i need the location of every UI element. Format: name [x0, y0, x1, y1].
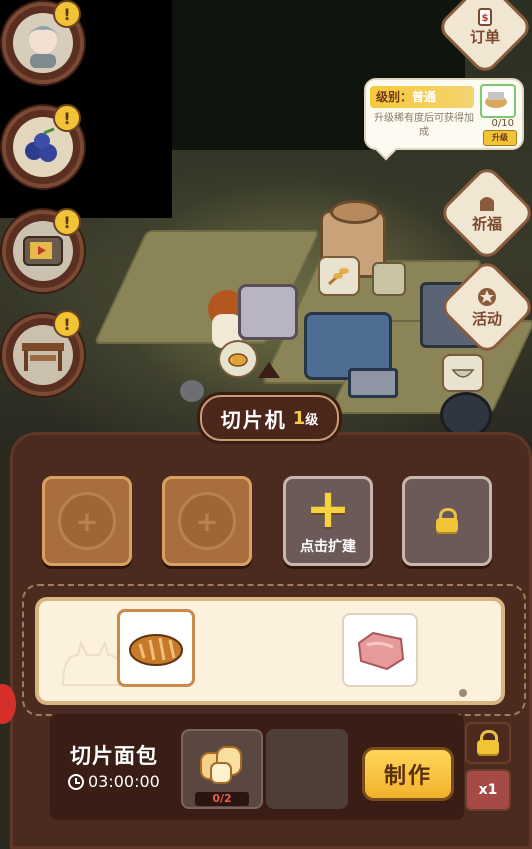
- machine-name: 切片机: [220, 407, 287, 432]
- lock-icon: [434, 508, 460, 534]
- machine-level-number: 1: [292, 407, 306, 429]
- events-label: 活动: [471, 309, 502, 328]
- add-icon: +: [305, 477, 351, 540]
- empty-slot-plus-icon: +: [58, 492, 116, 550]
- machine-level: 1级: [293, 408, 319, 429]
- rarity-description: 升级稀有度后可获得加成: [374, 113, 474, 138]
- machine-level-unit: 级: [305, 412, 319, 428]
- pointer-triangle: [258, 362, 280, 378]
- craft-button[interactable]: 制作: [362, 747, 454, 801]
- slicer-blade: [348, 368, 398, 398]
- production-slot-1[interactable]: +: [42, 476, 132, 566]
- bowl-icon[interactable]: [442, 354, 484, 392]
- bread-slices-icon: [200, 746, 242, 784]
- recipe-name: 切片面包: [70, 744, 158, 768]
- bless-label: 祈福: [471, 214, 502, 233]
- recipe-time-value: 03:00:00: [88, 772, 160, 791]
- alert-badge: !: [53, 208, 81, 236]
- recipe-time: 03:00:00: [68, 772, 160, 791]
- level-value: 普通: [412, 90, 437, 104]
- expand-label: 点击扩建: [300, 539, 356, 555]
- rarity-tooltip: 级别：普通 升级稀有度后可获得加成 0/10 升级: [364, 78, 524, 161]
- events-icon: [478, 287, 496, 306]
- grain-icon[interactable]: [318, 256, 360, 296]
- order-ticket-icon: $: [478, 7, 492, 26]
- expand-slot-button[interactable]: + 点击扩建: [283, 476, 373, 566]
- recipe-strip: [35, 597, 505, 705]
- mortar: [372, 262, 406, 296]
- empty-slot-plus-icon: +: [178, 492, 236, 550]
- scroll-dot: [459, 689, 467, 697]
- alert-badge: !: [53, 0, 81, 28]
- svg-text:$: $: [482, 13, 489, 24]
- grinder-machine[interactable]: [238, 284, 298, 340]
- recipe-item-bread[interactable]: [117, 609, 195, 687]
- alert-badge: !: [53, 104, 81, 132]
- production-slot-2[interactable]: +: [162, 476, 252, 566]
- orders-label: 订单: [469, 27, 500, 46]
- rarity-item-icon: [480, 84, 516, 118]
- alert-badge: !: [53, 310, 81, 338]
- bread-machine-icon[interactable]: [218, 340, 258, 378]
- upgrade-button[interactable]: 升级: [483, 130, 517, 146]
- machine-title: 切片机 1级: [200, 395, 339, 441]
- clock-icon: [68, 773, 84, 790]
- lock-icon: [475, 730, 501, 756]
- ham-slice-icon: [357, 631, 405, 671]
- fence-post: [180, 380, 204, 402]
- multiplier-button[interactable]: x1: [465, 769, 511, 811]
- ingredient-slot-empty[interactable]: [266, 729, 348, 809]
- lock-toggle-button[interactable]: [465, 722, 511, 764]
- bless-icon: [480, 196, 494, 211]
- recipe-item-ham[interactable]: [342, 613, 418, 687]
- bread-loaf-icon: [129, 634, 183, 666]
- rarity-level-tag: 级别：普通: [370, 86, 474, 108]
- rarity-count: 0/10: [491, 118, 514, 129]
- locked-slot[interactable]: [402, 476, 492, 566]
- ingredient-count: 0/2: [195, 792, 249, 806]
- level-prefix: 级别：: [376, 90, 413, 104]
